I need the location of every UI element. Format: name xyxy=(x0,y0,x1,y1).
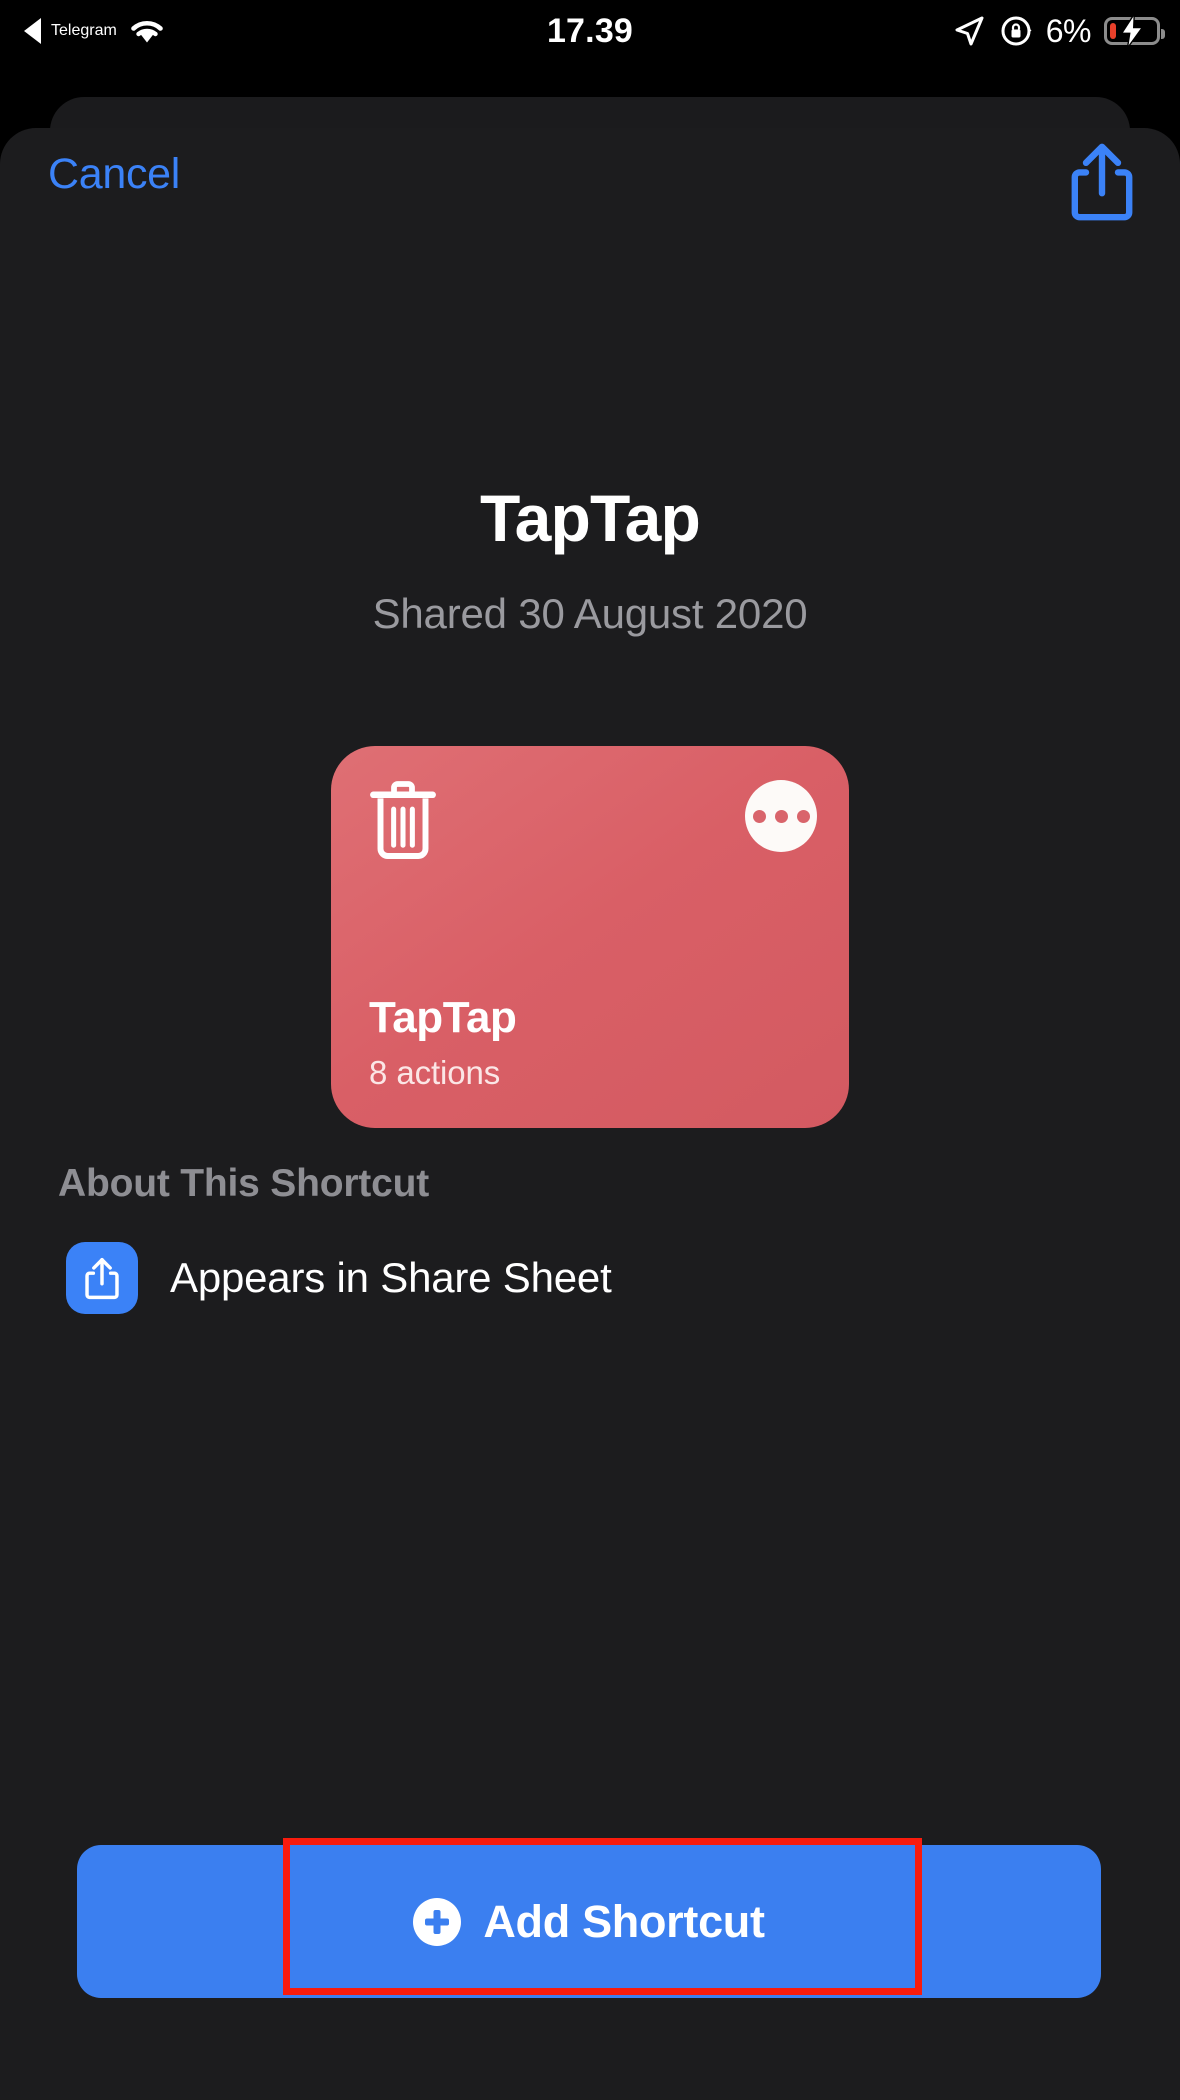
battery-percent-label: 6% xyxy=(1045,12,1092,49)
page-title: TapTap xyxy=(479,481,701,555)
rotation-lock-icon xyxy=(1001,16,1032,46)
about-section-heading: About This Shortcut xyxy=(58,1162,429,1205)
share-sheet-icon xyxy=(66,1242,138,1314)
add-shortcut-label: Add Shortcut xyxy=(483,1895,765,1947)
battery-charging-icon xyxy=(1104,14,1165,48)
shared-date-label: Shared 30 August 2020 xyxy=(372,590,808,637)
share-icon[interactable] xyxy=(1066,142,1138,222)
add-shortcut-button[interactable]: Add Shortcut xyxy=(77,1845,1101,1998)
status-bar-right-group: 6% xyxy=(952,12,1165,50)
ellipsis-icon[interactable] xyxy=(745,780,817,852)
shortcuts-import-screen: Telegram 17.39 6% Cancel TapTap Shared 3… xyxy=(0,0,1180,2100)
plus-circle-icon xyxy=(413,1897,462,1946)
about-row-share-sheet: Appears in Share Sheet xyxy=(66,1242,612,1314)
about-row-label: Appears in Share Sheet xyxy=(170,1254,612,1301)
cancel-button[interactable]: Cancel xyxy=(48,150,180,199)
charging-bolt-icon xyxy=(1120,14,1144,48)
trash-icon xyxy=(370,781,436,859)
sheet-nav-bar: Cancel xyxy=(0,128,1180,258)
status-bar: Telegram 17.39 6% xyxy=(0,0,1180,62)
card-actions-count-label: 8 actions xyxy=(369,1054,501,1091)
location-arrow-icon xyxy=(955,16,984,46)
card-name-label: TapTap xyxy=(369,993,517,1042)
shortcut-card[interactable]: TapTap 8 actions xyxy=(331,746,849,1128)
